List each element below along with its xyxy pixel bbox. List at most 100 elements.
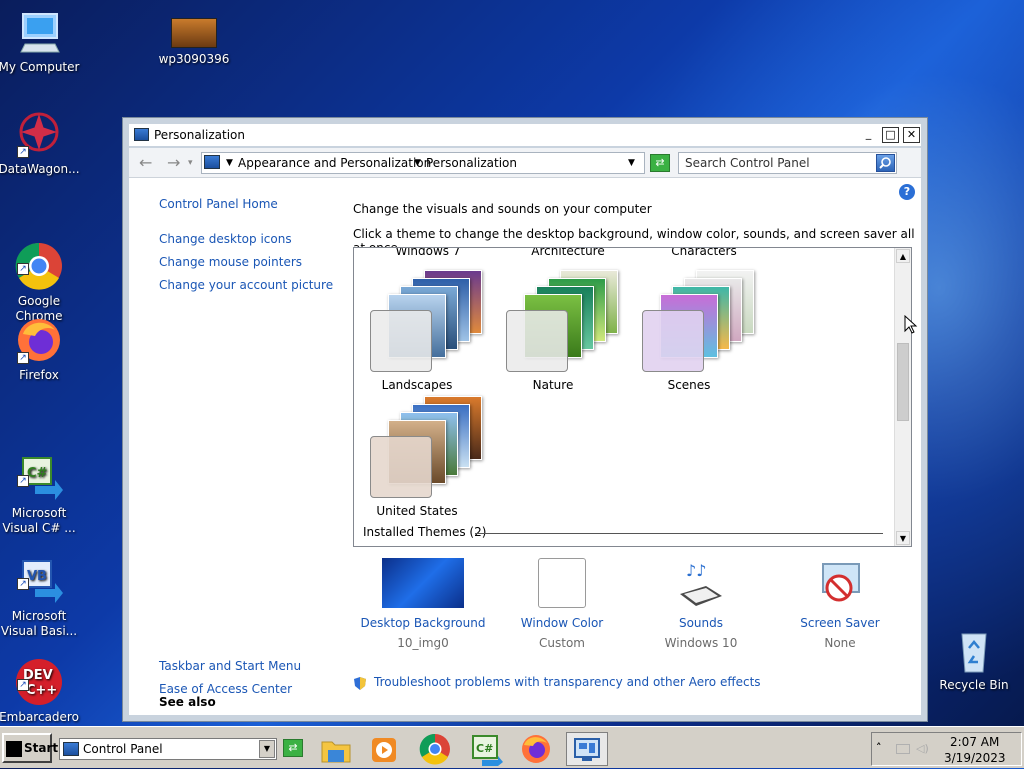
desktop-icon-firefox[interactable]: ↗ Firefox xyxy=(0,316,81,383)
shortcut-arrow-icon: ↗ xyxy=(17,352,29,364)
svg-text:C#: C# xyxy=(27,466,48,481)
shortcut-arrow-icon: ↗ xyxy=(17,679,29,691)
search-placeholder: Search Control Panel xyxy=(685,156,810,170)
setting-name: Screen Saver xyxy=(800,616,880,630)
scroll-thumb[interactable] xyxy=(897,343,909,421)
desktop-icon-wp3090396[interactable]: wp3090396 xyxy=(152,18,236,67)
search-input[interactable]: Search Control Panel xyxy=(678,152,897,174)
setting-sounds[interactable]: ♪♪ Sounds Windows 10 xyxy=(631,558,771,650)
visual-csharp-icon: C# ↗ xyxy=(15,439,63,500)
taskbar-address-bar[interactable]: Control Panel ▼ xyxy=(59,738,277,760)
sidebar-link-change-account-picture[interactable]: Change your account picture xyxy=(159,278,333,292)
desktop-icon-label: wp3090396 xyxy=(158,52,230,66)
visual-basic-icon: VB ↗ xyxy=(15,542,63,603)
start-button[interactable]: Start xyxy=(2,733,58,763)
address-bar[interactable]: ▼ Appearance and Personalization ▼ Perso… xyxy=(201,152,645,174)
desktop-icon-label: DataWagon... xyxy=(0,162,80,176)
see-also-heading: See also xyxy=(159,695,216,709)
setting-value: Custom xyxy=(539,636,585,650)
theme-name: Scenes xyxy=(667,378,711,392)
window-title: Personalization xyxy=(154,128,245,142)
theme-landscapes[interactable]: Landscapes xyxy=(356,264,496,392)
desktop-icon-recycle-bin[interactable]: Recycle Bin xyxy=(932,626,1016,693)
system-tray: ˄ ◁) 2:07 AM 3/19/2023 xyxy=(871,732,1022,766)
start-label: Start xyxy=(24,741,59,755)
setting-desktop-background[interactable]: Desktop Background 10_img0 xyxy=(353,558,493,650)
sidebar-link-control-panel-home[interactable]: Control Panel Home xyxy=(159,197,278,211)
address-dropdown-button[interactable]: ▼ xyxy=(628,158,635,168)
minimize-button[interactable]: _ xyxy=(860,127,877,143)
chevron-up-icon[interactable]: ˄ xyxy=(876,741,882,754)
volume-icon[interactable]: ◁) xyxy=(916,742,929,755)
forward-button[interactable]: → xyxy=(167,153,180,172)
desktop-icon-my-computer[interactable]: My Computer xyxy=(0,8,81,75)
theme-scenes[interactable]: Scenes xyxy=(628,264,768,392)
personalization-window: Personalization _ □ ✕ ← → ▾ ▼ Appearance… xyxy=(122,117,928,722)
scroll-up-button[interactable]: ▲ xyxy=(896,249,910,263)
maximize-button[interactable]: □ xyxy=(882,127,899,143)
chevron-down-icon[interactable]: ▼ xyxy=(414,158,421,168)
network-icon[interactable] xyxy=(896,744,910,754)
page-heading: Change the visuals and sounds on your co… xyxy=(353,202,652,216)
navigation-bar: ← → ▾ ▼ Appearance and Personalization ▼… xyxy=(129,148,921,178)
theme-selector xyxy=(642,310,704,372)
content-area: ? Control Panel Home Change desktop icon… xyxy=(129,178,921,715)
taskbar-firefox[interactable] xyxy=(518,732,554,766)
chevron-down-icon[interactable]: ▼ xyxy=(226,158,233,168)
setting-value: Windows 10 xyxy=(664,636,738,650)
recent-pages-dropdown[interactable]: ▾ xyxy=(188,158,193,168)
help-icon[interactable]: ? xyxy=(899,184,915,200)
theme-label-architecture[interactable]: Architecture xyxy=(508,248,628,258)
chevron-down-icon[interactable]: ▼ xyxy=(259,740,275,758)
setting-window-color[interactable]: Window Color Custom xyxy=(492,558,632,650)
sidebar-link-ease-of-access[interactable]: Ease of Access Center xyxy=(159,682,292,696)
taskbar-media-player[interactable] xyxy=(366,732,402,766)
troubleshoot-link[interactable]: Troubleshoot problems with transparency … xyxy=(374,675,761,689)
taskbar-chrome[interactable] xyxy=(417,732,453,766)
uac-shield-icon xyxy=(353,676,367,691)
setting-screen-saver[interactable]: Screen Saver None xyxy=(770,558,910,650)
taskbar-visual-csharp[interactable]: C# xyxy=(468,732,504,766)
firefox-icon: ↗ xyxy=(15,316,63,364)
theme-label-characters[interactable]: Characters xyxy=(644,248,764,258)
computer-icon xyxy=(15,8,63,56)
media-player-icon xyxy=(372,738,396,762)
desktop-icon-label: Firefox xyxy=(19,368,59,382)
folder-icon xyxy=(321,741,351,763)
shortcut-arrow-icon: ↗ xyxy=(17,146,29,158)
close-button[interactable]: ✕ xyxy=(903,127,920,143)
sidebar-link-change-mouse-pointers[interactable]: Change mouse pointers xyxy=(159,255,302,269)
visual-csharp-icon: C# xyxy=(472,735,503,766)
taskbar-control-panel[interactable] xyxy=(566,732,608,766)
clock-date[interactable]: 3/19/2023 xyxy=(944,751,1006,765)
theme-nature[interactable]: Nature xyxy=(492,264,632,392)
recycle-bin-icon xyxy=(950,626,998,674)
theme-list: Windows 7 Architecture Characters Landsc… xyxy=(353,247,912,547)
svg-text:C++: C++ xyxy=(26,683,57,698)
theme-list-scrollbar[interactable]: ▲ ▼ xyxy=(894,248,911,546)
title-bar[interactable]: Personalization _ □ ✕ xyxy=(129,124,921,146)
refresh-button[interactable]: ⇄ xyxy=(650,154,670,172)
control-panel-icon xyxy=(134,128,149,141)
breadcrumb-appearance[interactable]: Appearance and Personalization xyxy=(238,156,431,170)
back-button[interactable]: ← xyxy=(139,153,152,172)
go-button[interactable]: ⇄ xyxy=(283,739,303,757)
search-icon[interactable] xyxy=(876,154,895,172)
theme-united-states[interactable]: United States xyxy=(356,390,496,518)
clock-time[interactable]: 2:07 AM xyxy=(950,735,999,749)
sidebar-link-change-desktop-icons[interactable]: Change desktop icons xyxy=(159,232,292,246)
scroll-down-button[interactable]: ▼ xyxy=(896,531,910,545)
sidebar-link-taskbar-start-menu[interactable]: Taskbar and Start Menu xyxy=(159,659,301,673)
mouse-cursor-icon xyxy=(904,314,918,338)
datawagon-icon: ↗ xyxy=(15,110,63,158)
control-panel-icon xyxy=(63,742,79,756)
taskbar-address-text: Control Panel xyxy=(83,742,163,756)
desktop-icon-label: Recycle Bin xyxy=(939,678,1009,692)
breadcrumb-personalization[interactable]: Personalization xyxy=(426,156,517,170)
desktop-icon-datawagon[interactable]: ↗ DataWagon... xyxy=(0,110,81,177)
theme-label-windows-7[interactable]: Windows 7 xyxy=(368,248,488,258)
theme-selector xyxy=(370,436,432,498)
theme-selector xyxy=(506,310,568,372)
taskbar-file-explorer[interactable] xyxy=(318,732,354,766)
theme-name: United States xyxy=(376,504,458,518)
